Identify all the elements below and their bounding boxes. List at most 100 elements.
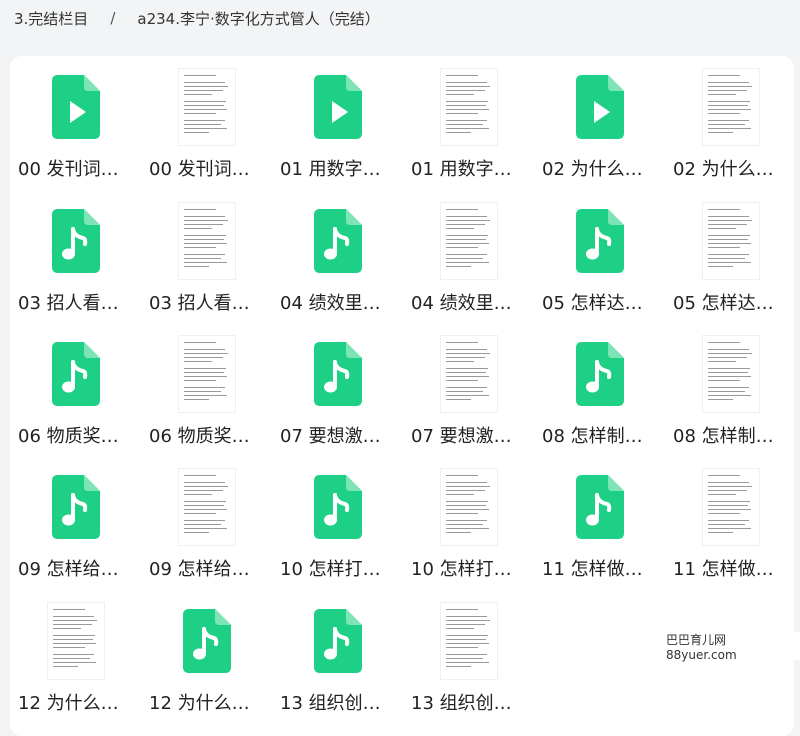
- file-item[interactable]: 10 怎样打破…: [274, 462, 402, 588]
- audio-file-icon: [576, 209, 624, 273]
- document-thumbnail: [179, 336, 235, 412]
- file-item[interactable]: 05 怎样达成…: [536, 196, 664, 322]
- audio-file-icon: [183, 609, 231, 673]
- document-thumbnail: [48, 603, 104, 679]
- file-item[interactable]: 10 怎样打破…: [405, 462, 533, 588]
- document-thumbnail: [179, 203, 235, 279]
- file-item[interactable]: 03 招人看年…: [143, 196, 271, 322]
- file-name: 04 绩效里有…: [411, 293, 529, 314]
- file-thumbnail: [12, 462, 140, 552]
- file-name: 11 怎样做人…: [542, 559, 660, 580]
- file-item[interactable]: 08 怎样制定…: [536, 329, 664, 455]
- file-thumbnail: [405, 596, 533, 686]
- audio-file-icon: [576, 475, 624, 539]
- file-thumbnail: [667, 329, 795, 419]
- file-name: 10 怎样打破…: [280, 559, 398, 580]
- audio-file-icon: [52, 342, 100, 406]
- file-name: 05 怎样达成…: [542, 293, 660, 314]
- file-item[interactable]: 03 招人看年…: [12, 196, 140, 322]
- file-name: 00 发刊词：…: [18, 159, 136, 180]
- file-name: 02 为什么要…: [542, 159, 660, 180]
- file-thumbnail: [143, 329, 271, 419]
- file-thumbnail: [405, 462, 533, 552]
- file-thumbnail: [405, 329, 533, 419]
- document-thumbnail: [441, 469, 497, 545]
- audio-file-icon: [52, 475, 100, 539]
- breadcrumb: 3.完结栏目 / a234.李宁·数字化方式管人（完结）: [14, 6, 380, 30]
- file-item[interactable]: 04 绩效里有…: [274, 196, 402, 322]
- file-item[interactable]: 00 发刊词：…: [12, 62, 140, 188]
- audio-file-icon: [314, 475, 362, 539]
- file-thumbnail: [143, 62, 271, 152]
- file-thumbnail: [274, 62, 402, 152]
- file-item[interactable]: 01 用数字管…: [274, 62, 402, 188]
- document-thumbnail: [179, 69, 235, 145]
- file-name: 12 为什么明…: [149, 693, 267, 714]
- file-name: 01 用数字管…: [411, 159, 529, 180]
- file-item[interactable]: 09 怎样给组…: [12, 462, 140, 588]
- file-name: 01 用数字管…: [280, 159, 398, 180]
- document-thumbnail: [703, 469, 759, 545]
- file-name: 09 怎样给组…: [149, 559, 267, 580]
- video-file-icon: [314, 75, 362, 139]
- document-thumbnail: [441, 69, 497, 145]
- file-thumbnail: [405, 62, 533, 152]
- video-file-icon: [52, 75, 100, 139]
- file-name: 13 组织创新…: [411, 693, 529, 714]
- file-item[interactable]: 07 要想激励…: [274, 329, 402, 455]
- file-name: 08 怎样制定…: [673, 426, 791, 447]
- document-thumbnail: [703, 203, 759, 279]
- audio-file-icon: [314, 209, 362, 273]
- file-item[interactable]: 02 为什么要…: [667, 62, 795, 188]
- file-item[interactable]: 01 用数字管…: [405, 62, 533, 188]
- file-item[interactable]: 05 怎样达成…: [667, 196, 795, 322]
- file-name: 07 要想激励…: [280, 426, 398, 447]
- file-item[interactable]: 00 发刊词：…: [143, 62, 271, 188]
- document-thumbnail: [703, 336, 759, 412]
- file-item[interactable]: 02 为什么要…: [536, 62, 664, 188]
- file-item[interactable]: 12 为什么明…: [143, 596, 271, 722]
- file-item[interactable]: 09 怎样给组…: [143, 462, 271, 588]
- breadcrumb-separator: /: [110, 9, 116, 27]
- file-thumbnail: [12, 196, 140, 286]
- file-thumbnail: [12, 596, 140, 686]
- file-item[interactable]: 11 怎样做人…: [536, 462, 664, 588]
- file-thumbnail: [143, 596, 271, 686]
- file-thumbnail: [12, 62, 140, 152]
- audio-file-icon: [52, 209, 100, 273]
- file-item[interactable]: 06 物质奖励…: [143, 329, 271, 455]
- file-name: 10 怎样打破…: [411, 559, 529, 580]
- file-thumbnail: [667, 462, 795, 552]
- file-thumbnail: [143, 196, 271, 286]
- breadcrumb-current: a234.李宁·数字化方式管人（完结）: [137, 9, 380, 28]
- file-name: 00 发刊词：…: [149, 159, 267, 180]
- file-thumbnail: [274, 329, 402, 419]
- file-item[interactable]: 08 怎样制定…: [667, 329, 795, 455]
- video-file-icon: [576, 75, 624, 139]
- file-item[interactable]: 04 绩效里有…: [405, 196, 533, 322]
- audio-file-icon: [576, 342, 624, 406]
- file-thumbnail: [536, 329, 664, 419]
- file-thumbnail: [667, 62, 795, 152]
- file-item[interactable]: 06 物质奖励…: [12, 329, 140, 455]
- breadcrumb-parent-link[interactable]: 3.完结栏目: [14, 8, 88, 29]
- file-name: 03 招人看年…: [18, 293, 136, 314]
- file-item[interactable]: 11 怎样做人…: [667, 462, 795, 588]
- file-thumbnail: [274, 596, 402, 686]
- file-name: 09 怎样给组…: [18, 559, 136, 580]
- file-item[interactable]: 13 组织创新…: [405, 596, 533, 722]
- file-thumbnail: [274, 462, 402, 552]
- file-item[interactable]: 07 要想激励…: [405, 329, 533, 455]
- file-name: 03 招人看年…: [149, 293, 267, 314]
- document-thumbnail: [703, 69, 759, 145]
- audio-file-icon: [314, 342, 362, 406]
- file-item[interactable]: 13 组织创新…: [274, 596, 402, 722]
- document-thumbnail: [441, 336, 497, 412]
- document-thumbnail: [441, 603, 497, 679]
- file-thumbnail: [12, 329, 140, 419]
- file-item[interactable]: 12 为什么明…: [12, 596, 140, 722]
- file-thumbnail: [667, 196, 795, 286]
- file-name: 13 组织创新…: [280, 693, 398, 714]
- file-thumbnail: [274, 196, 402, 286]
- file-name: 07 要想激励…: [411, 426, 529, 447]
